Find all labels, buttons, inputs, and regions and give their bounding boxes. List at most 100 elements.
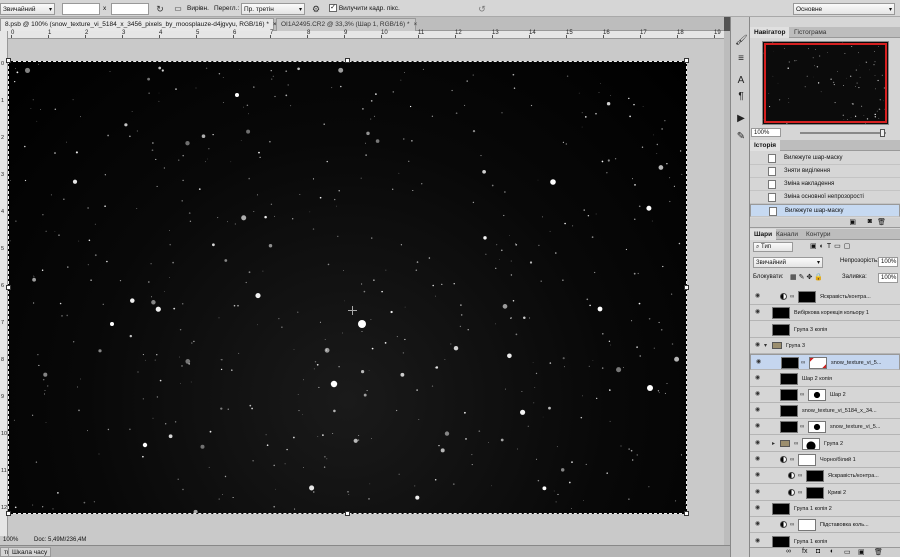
lock-icons[interactable]: ▦✎✥🔒 bbox=[790, 273, 825, 281]
zoom-readout[interactable]: 100% bbox=[3, 536, 18, 545]
history-item[interactable]: Вилежуте шар-маску bbox=[750, 204, 900, 217]
layer-name[interactable]: Чорно/білий 1 bbox=[820, 452, 898, 468]
layer-name[interactable]: Шар 2 копія bbox=[802, 371, 898, 387]
navigator-slider-knob[interactable] bbox=[880, 129, 885, 137]
layer-row[interactable]: ◉ ▾ Група 3 bbox=[750, 337, 900, 354]
navigator-view-box[interactable] bbox=[764, 43, 887, 123]
crop-handle[interactable] bbox=[345, 58, 350, 63]
crop-handle[interactable] bbox=[6, 511, 11, 516]
gear-icon[interactable]: ⚙ bbox=[310, 3, 322, 15]
layer-thumbnail[interactable] bbox=[780, 421, 798, 434]
adjust-icon[interactable]: ≡ bbox=[735, 53, 747, 65]
mask-icon[interactable]: ◘ bbox=[816, 548, 820, 555]
eye-icon[interactable]: ◉ bbox=[755, 538, 762, 545]
layer-row[interactable]: ◉ ∞ Яскравість/контра... bbox=[750, 289, 900, 305]
link-icon[interactable]: ∞ bbox=[790, 289, 794, 305]
layer-row[interactable]: ◉ Вибіркова корекція кольору 1 bbox=[750, 305, 900, 322]
trash-icon[interactable]: 🗑 bbox=[877, 218, 886, 226]
layer-thumbnail[interactable] bbox=[772, 323, 790, 336]
layer-name[interactable]: Підставовка коль... bbox=[820, 517, 898, 533]
image-canvas[interactable] bbox=[8, 61, 687, 514]
layer-mask-thumbnail[interactable] bbox=[808, 388, 826, 401]
layer-name[interactable]: Група 2 bbox=[824, 436, 898, 452]
layer-row[interactable]: ◉ Група 1 копія 2 bbox=[750, 500, 900, 517]
eye-icon[interactable]: ◉ bbox=[755, 391, 762, 398]
reset-icon[interactable]: ↺ bbox=[476, 3, 488, 15]
straighten-icon[interactable]: ▭ bbox=[172, 3, 184, 15]
height-field[interactable] bbox=[111, 3, 149, 15]
layer-row[interactable]: ◉ ∞ Криві 2 bbox=[750, 484, 900, 501]
layer-mask-thumbnail[interactable] bbox=[802, 437, 820, 450]
crop-handle[interactable] bbox=[684, 285, 689, 290]
layer-thumbnail[interactable] bbox=[780, 405, 798, 418]
layer-row[interactable]: ◉ ∞ snow_texture_vi_5... bbox=[750, 354, 900, 371]
camera-icon[interactable]: ◙ bbox=[868, 218, 872, 225]
eye-icon[interactable]: ◉ bbox=[755, 342, 762, 349]
link-icon[interactable]: ∞ bbox=[790, 452, 794, 468]
link-icon[interactable]: ∞ bbox=[798, 468, 802, 484]
link-icon[interactable]: ∞ bbox=[801, 355, 805, 371]
link-icon[interactable]: ∞ bbox=[786, 548, 791, 555]
layer-name[interactable]: snow_texture_vi_5... bbox=[831, 355, 899, 371]
new-layer-icon[interactable]: ▣ bbox=[858, 548, 865, 556]
opacity-field[interactable]: 100% bbox=[878, 257, 898, 267]
layer-row[interactable]: ◉ ∞ Підставовка коль... bbox=[750, 517, 900, 534]
history-item[interactable]: Зміна накладення bbox=[750, 178, 900, 191]
layer-thumbnail[interactable] bbox=[780, 372, 798, 385]
fx-icon[interactable]: fx bbox=[802, 548, 807, 555]
layer-row[interactable]: ◉ Шар 2 копія bbox=[750, 370, 900, 387]
delete-cropped-option[interactable]: ✓ Вилучити кадр. пікс. bbox=[329, 3, 400, 15]
mode-select[interactable]: Звичайний ▾ bbox=[0, 3, 55, 15]
eye-icon[interactable]: ◉ bbox=[755, 375, 762, 382]
eye-icon[interactable]: ◉ bbox=[755, 293, 762, 300]
refine-label[interactable]: Вирівн. bbox=[187, 3, 209, 15]
layer-name[interactable]: snow_texture_vi_5184_x_34... bbox=[802, 403, 898, 419]
history-brush-icon[interactable]: 🖌 bbox=[735, 35, 748, 47]
layer-mask-thumbnail[interactable] bbox=[806, 486, 824, 499]
canvas-workspace[interactable] bbox=[6, 39, 724, 536]
tool-preset-icon[interactable]: ✎ bbox=[735, 131, 747, 143]
doc-info[interactable]: Doc: 5,49M/236,4M bbox=[34, 536, 86, 545]
paragraph-icon[interactable]: ¶ bbox=[735, 91, 747, 103]
layer-thumbnail[interactable] bbox=[780, 388, 798, 401]
layer-thumbnail[interactable] bbox=[772, 502, 790, 515]
layer-thumbnail[interactable] bbox=[772, 535, 790, 547]
navigator-zoom-slider[interactable] bbox=[800, 129, 886, 137]
delete-cropped-checkbox[interactable]: ✓ bbox=[329, 4, 337, 13]
eye-icon[interactable]: ◉ bbox=[755, 489, 762, 496]
crop-handle[interactable] bbox=[6, 285, 11, 290]
tab-history[interactable]: Історія bbox=[750, 140, 781, 151]
eye-icon[interactable] bbox=[755, 326, 762, 333]
trash-icon[interactable]: 🗑 bbox=[874, 548, 883, 556]
play-icon[interactable]: ▶ bbox=[735, 113, 747, 125]
history-item[interactable]: Зняти виділення bbox=[750, 165, 900, 178]
eye-icon[interactable]: ◉ bbox=[755, 440, 762, 447]
history-item[interactable]: Зміна основної непрозорості bbox=[750, 191, 900, 204]
expand-arrow-icon[interactable]: ▸ bbox=[772, 436, 775, 452]
layer-row[interactable]: Група 3 копія bbox=[750, 321, 900, 338]
layer-name[interactable]: Яскравість/контра... bbox=[828, 468, 898, 484]
layer-thumbnail[interactable] bbox=[781, 357, 799, 370]
layer-name[interactable]: Шар 2 bbox=[830, 387, 898, 403]
tab-timeline[interactable]: Шкала часу bbox=[8, 547, 52, 557]
expand-arrow-icon[interactable]: ▾ bbox=[764, 338, 767, 354]
layer-name[interactable]: Яскравість/контра... bbox=[820, 289, 898, 305]
link-icon[interactable]: ∞ bbox=[790, 517, 794, 533]
tab-navigator[interactable]: Навігатор bbox=[750, 27, 790, 38]
layer-name[interactable]: Група 1 копія bbox=[794, 534, 898, 548]
layer-row[interactable]: ◉ Група 1 копія bbox=[750, 533, 900, 548]
layer-mask-thumbnail[interactable] bbox=[808, 421, 826, 434]
crop-handle[interactable] bbox=[684, 58, 689, 63]
perspective-select[interactable]: Пр. третін ▾ bbox=[241, 3, 305, 15]
layer-thumbnail[interactable] bbox=[772, 307, 790, 320]
eye-icon[interactable]: ◉ bbox=[755, 505, 762, 512]
crop-handle[interactable] bbox=[684, 511, 689, 516]
link-icon[interactable]: ∞ bbox=[800, 419, 804, 435]
eye-icon[interactable]: ◉ bbox=[755, 309, 762, 316]
close-icon[interactable]: × bbox=[414, 21, 418, 28]
layer-name[interactable]: Вибіркова корекція кольору 1 bbox=[794, 305, 898, 321]
layer-filter-select[interactable]: ⌕ Тип bbox=[753, 242, 793, 252]
tab-paths[interactable]: Контури bbox=[802, 229, 834, 240]
eye-icon[interactable]: ◉ bbox=[755, 456, 762, 463]
adjustment-icon[interactable]: ◐ bbox=[830, 548, 834, 555]
